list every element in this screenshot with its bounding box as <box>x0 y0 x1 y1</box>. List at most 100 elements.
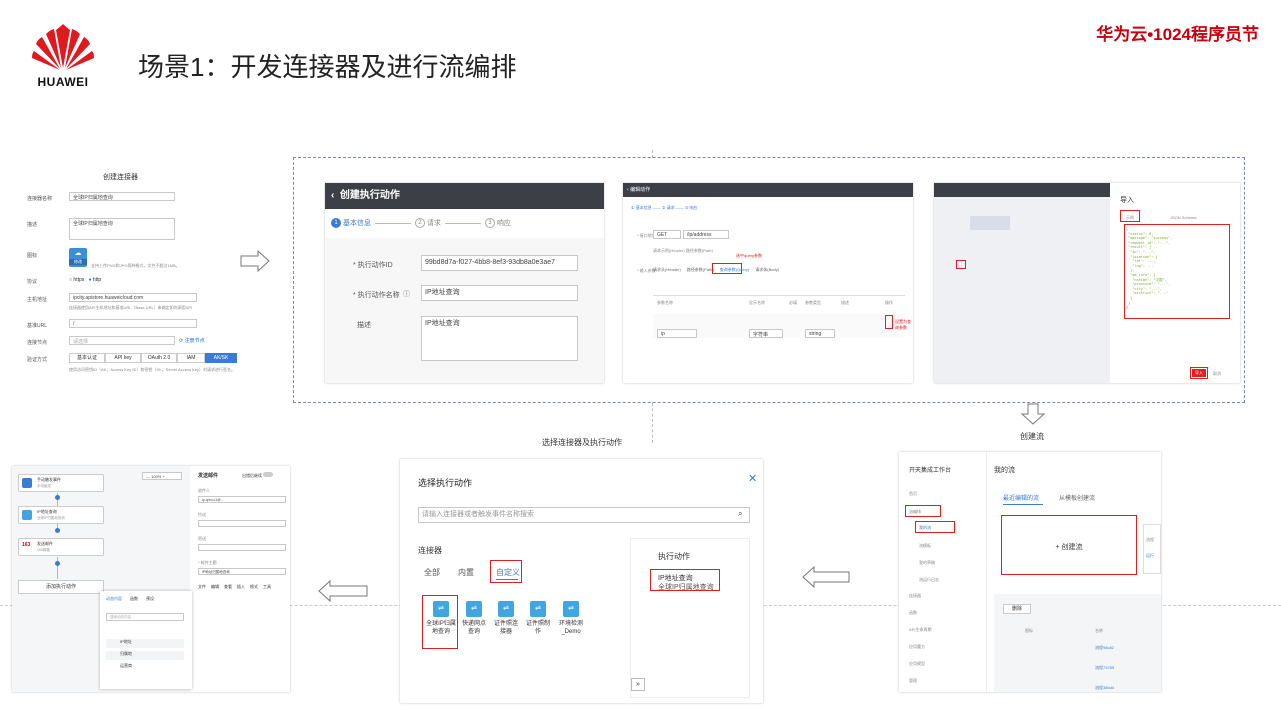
popup-tab-function[interactable]: 函数 <box>130 596 138 602</box>
popup-tab-dynamic[interactable]: 动态内容 <box>106 596 122 602</box>
popup-item-isp[interactable]: 运营商 <box>106 663 184 672</box>
nav-magic[interactable]: 应用魔方 <box>909 644 925 650</box>
path-input[interactable]: /ip/address <box>683 230 729 239</box>
auth-tab-oauth[interactable]: OAuth 2.0 <box>141 353 177 363</box>
popup-item-ip[interactable]: IP地址 <box>106 639 184 648</box>
connector-icon-upload[interactable]: ☁ 修改 <box>69 248 87 267</box>
add-step-icon-3[interactable] <box>55 561 60 566</box>
flow-row-3[interactable]: 流程38bd4 <box>1095 685 1114 691</box>
flow-row-1[interactable]: 流程98c82 <box>1095 645 1114 651</box>
connector-idphoto-make[interactable]: ⇌ 证件照制作 <box>524 601 552 636</box>
delete-button[interactable]: 删除 <box>1003 604 1031 614</box>
back-icon[interactable]: ‹ <box>627 187 629 193</box>
host-input[interactable]: ipcity.apistore.huaweicloud.com <box>69 293 197 302</box>
import-tab-schema[interactable]: JSON Schema <box>1170 215 1196 220</box>
nav-manage[interactable]: 管理 <box>909 678 917 684</box>
auth-tab-basic[interactable]: 基本认证 <box>69 353 105 363</box>
connector-idphoto[interactable]: ⇌ 证件照连接器 <box>492 601 520 636</box>
param-row-2-kind[interactable]: string <box>805 329 835 338</box>
radio-http[interactable]: ● http <box>88 277 101 283</box>
popup-search[interactable]: 搜索动态内容 <box>106 613 184 621</box>
tab-body[interactable]: 请求体(Body) <box>755 267 779 273</box>
nav-log[interactable]: 流运行日志 <box>919 577 939 583</box>
json-editor[interactable]: { "status": 0, "message": "success", "re… <box>1126 227 1226 315</box>
bcc-input[interactable] <box>198 544 286 551</box>
zoom-control[interactable]: — 100% + <box>142 472 182 480</box>
request-steps: ① 基本信息 —— ② 请求 —— ③ 响应 <box>631 205 698 210</box>
menu-edit[interactable]: 编辑 <box>211 584 219 590</box>
menu-insert[interactable]: 插入 <box>237 584 245 590</box>
connector-name-input[interactable]: 全球IP归属地查询 <box>69 192 175 201</box>
ip-node-title: IP地址查询 <box>37 509 57 514</box>
auth-tab-apikey[interactable]: API key <box>105 353 141 363</box>
base-url-input[interactable]: / <box>69 319 197 328</box>
action-section-title: 执行动作 <box>658 552 690 561</box>
subject-input[interactable]: IP地址归属地查询 <box>198 568 286 575</box>
connector-express[interactable]: ⇌ 快递网点查询 <box>460 601 488 636</box>
col-name: 名称 <box>1095 628 1103 633</box>
auth-tab-aksk[interactable]: AK/SK <box>205 353 237 363</box>
console-page-title: 我的流 <box>994 467 1015 474</box>
action-id-input[interactable]: 99bd8d7a-f027-4bb8-8ef3-93db8a0e3ae7 <box>421 255 578 271</box>
tab-header[interactable]: 请求头(Header) <box>653 267 681 273</box>
description-input[interactable]: 全球IP归属地查询 <box>69 218 175 240</box>
expand-icon[interactable]: » <box>631 678 645 691</box>
flow-node-ip[interactable]: IP地址查询 全球IP归属地查询 <box>18 506 104 524</box>
add-step-icon-1[interactable] <box>55 495 60 500</box>
search-input[interactable]: 请输入连接器或者触发事件名称搜索 <box>418 507 750 523</box>
nav-home[interactable]: 首页 <box>909 491 917 497</box>
step-2-label: 请求 <box>426 220 441 227</box>
tab-from-template[interactable]: 从模板创建流 <box>1059 493 1095 502</box>
back-icon[interactable]: ‹ <box>331 190 334 201</box>
nav-draft[interactable]: 我的草稿 <box>919 560 935 566</box>
menu-tools[interactable]: 工具 <box>263 584 271 590</box>
connector-env[interactable]: ⇌ 环境检测_Demo <box>556 601 586 636</box>
tab-all[interactable]: 全部 <box>424 567 440 578</box>
auth-tab-iam[interactable]: IAM <box>177 353 205 363</box>
close-icon[interactable]: ✕ <box>748 472 757 485</box>
action-desc-input[interactable]: IP地址查询 <box>421 316 578 361</box>
continue-on-error[interactable]: 出错后继续 <box>242 472 274 479</box>
tab-builtin[interactable]: 内置 <box>458 567 474 578</box>
nav-connector[interactable]: 连接器 <box>909 593 921 599</box>
menu-view[interactable]: 查看 <box>224 584 232 590</box>
new-flow-card[interactable]: + 创建流 <box>1001 515 1137 575</box>
nav-api[interactable]: API生命周期 <box>909 627 931 633</box>
flow-node-trigger[interactable]: 手动触发事件 手动触发 <box>18 474 104 492</box>
popup-item-location[interactable]: 归属地 <box>106 651 184 660</box>
connector-idphoto-label: 证件照连接器 <box>493 621 518 635</box>
flow-node-mail[interactable]: 163 发送邮件 163邮箱 <box>18 538 104 556</box>
method-select[interactable]: GET <box>653 230 681 239</box>
nav-model[interactable]: 应用模型 <box>909 661 925 667</box>
help-icon[interactable]: ⓘ <box>403 289 410 299</box>
col-desc: 描述 <box>841 300 849 305</box>
popup-tab-preset[interactable]: 预设 <box>146 596 154 602</box>
to-input[interactable]: ip.qhm.c1@... <box>198 496 286 503</box>
custom-tab-underline <box>496 579 518 580</box>
tab-recent-flows[interactable]: 最近编辑的流 <box>1003 493 1039 502</box>
param-row-2-name[interactable]: ip <box>657 329 697 338</box>
cc-input[interactable] <box>198 520 286 527</box>
label-subject: * 邮件主题 <box>198 560 217 565</box>
add-action-button[interactable]: 添加执行动作 <box>18 580 104 594</box>
tab-path[interactable]: 路径参数(Path) <box>687 267 714 273</box>
node-select[interactable]: 请选择 <box>69 336 175 345</box>
toggle-icon[interactable] <box>263 472 274 477</box>
page-title: 场景1：开发连接器及进行流编排 <box>138 52 517 82</box>
nav-function[interactable]: 函数 <box>909 610 917 616</box>
menu-file[interactable]: 文件 <box>198 584 206 590</box>
import-cancel-button[interactable]: 取消 <box>1213 371 1221 377</box>
protocol-radio-group[interactable]: ○ https ● http <box>69 277 101 283</box>
mail-node-sub: 163邮箱 <box>37 548 50 552</box>
param-row-2-type[interactable]: 字符串 <box>749 329 783 338</box>
add-step-icon-2[interactable] <box>55 528 60 533</box>
menu-format[interactable]: 格式 <box>250 584 258 590</box>
refresh-icon[interactable]: ⟳ 注册节点 <box>179 337 205 344</box>
action-name-input[interactable]: IP地址查询 <box>421 285 578 301</box>
label-description: 描述 <box>27 222 38 228</box>
radio-https[interactable]: ○ https <box>69 277 84 283</box>
arrow-down-icon <box>1021 403 1045 425</box>
search-icon[interactable]: ⌕ <box>738 509 742 519</box>
flow-row-2[interactable]: 流程73785 <box>1095 665 1114 671</box>
nav-template[interactable]: 流模板 <box>919 543 931 549</box>
